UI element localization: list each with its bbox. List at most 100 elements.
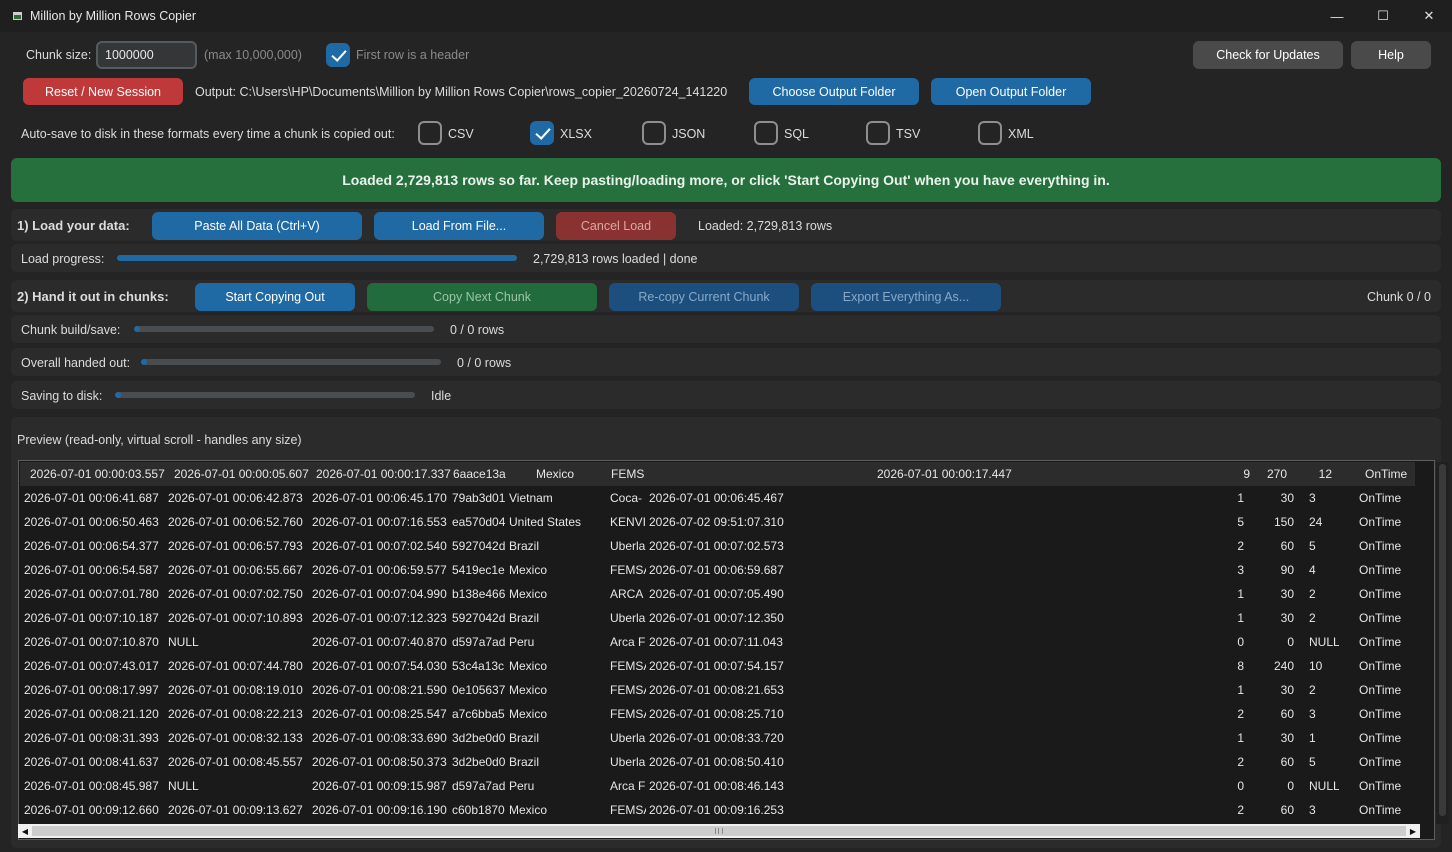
preview-grid[interactable]: 2026-07-01 00:00:03.557 2026-07-01 00:00:… [18,460,1449,840]
recopy-chunk-button[interactable]: Re-copy Current Chunk [609,283,799,311]
overall-handed-label: Overall handed out: [21,356,131,370]
col-status: OnTime [1359,731,1402,745]
choose-output-folder-button[interactable]: Choose Output Folder [749,78,919,105]
horizontal-scrollbar[interactable]: ◀ ▶ [18,824,1420,838]
col-amount: 30 [1280,731,1294,745]
col-amount: 30 [1280,491,1294,505]
xml-checkbox[interactable] [978,121,1002,145]
col-qty: 2 [1237,539,1244,553]
col-status: OnTime [1365,467,1408,481]
window-title: Million by Million Rows Copier [30,9,197,23]
col-delivered: 2026-07-01 00:08:50.410 [649,755,784,769]
col-client: Uberla [610,539,646,553]
col-duration: 5 [1309,755,1316,769]
xlsx-checkbox[interactable] [530,121,554,145]
col-duration: 4 [1309,563,1316,577]
output-path: Output: C:\Users\HP\Documents\Million by… [195,85,728,99]
col-country: Mexico [509,683,548,697]
col-pickup: 2026-07-01 00:00:03.557 [30,467,165,481]
col-qty: 2 [1237,755,1244,769]
col-duration: 3 [1309,803,1316,817]
maximize-icon[interactable]: ☐ [1360,0,1406,32]
tsv-label: TSV [896,127,921,141]
col-pickup: 2026-07-01 00:06:41.687 [24,491,159,505]
col-status: OnTime [1359,707,1402,721]
col-client: Uberla [610,611,646,625]
open-output-folder-button[interactable]: Open Output Folder [931,78,1091,105]
col-qty: 5 [1237,515,1244,529]
col-country: Vietnam [509,491,553,505]
col-client: FEMSA [610,659,646,673]
col-pickup: 2026-07-01 00:09:12.660 [24,803,159,817]
col-pickup: 2026-07-01 00:08:31.393 [24,731,159,745]
load-heading: 1) Load your data: [17,218,130,233]
col-qty: 3 [1237,563,1244,577]
col-depart: 2026-07-01 00:08:25.547 [312,707,447,721]
header-checkbox[interactable] [326,43,350,67]
col-client: Arca F [610,779,646,793]
csv-checkbox[interactable] [418,121,442,145]
col-pickup: 2026-07-01 00:07:43.017 [24,659,159,673]
sql-checkbox[interactable] [754,121,778,145]
grip-icon [715,828,723,834]
col-client: ARCA [610,587,644,601]
col-qty: 1 [1237,491,1244,505]
table-row: 2026-07-01 00:07:10.187 2026-07-01 00:07:… [20,606,1415,630]
col-status: OnTime [1359,635,1402,649]
horizontal-scroll-thumb[interactable] [32,826,1406,836]
col-amount: 60 [1280,755,1294,769]
scroll-right-icon[interactable]: ▶ [1406,824,1420,838]
minimize-icon[interactable]: — [1314,0,1360,32]
vertical-scroll-thumb[interactable] [1439,464,1446,816]
col-depart: 2026-07-01 00:07:04.990 [312,587,447,601]
export-everything-button[interactable]: Export Everything As... [811,283,1001,311]
load-from-file-button[interactable]: Load From File... [374,212,544,240]
overall-handed-text: 0 / 0 rows [457,356,512,370]
xlsx-label: XLSX [560,127,592,141]
col-country: Brazil [509,755,540,769]
col-amount: 240 [1273,659,1294,673]
table-row: 2026-07-01 00:07:10.870 NULL 2026-07-01 00… [20,630,1415,654]
reset-session-button[interactable]: Reset / New Session [23,78,183,105]
col-qty: 2 [1237,803,1244,817]
start-copying-button[interactable]: Start Copying Out [195,283,355,311]
col-id: 3d2be0d0 [452,755,506,769]
overall-handed-bar [141,359,441,365]
col-delivered: 2026-07-01 00:08:33.720 [649,731,784,745]
cancel-load-button[interactable]: Cancel Load [556,212,676,240]
chunk-build-bar [134,326,434,332]
col-pickup: 2026-07-01 00:08:21.120 [24,707,159,721]
col-delivered: 2026-07-01 00:07:12.350 [649,611,784,625]
vertical-scrollbar[interactable] [1436,462,1449,824]
chunk-counter: Chunk 0 / 0 [1367,290,1431,304]
load-progress-label: Load progress: [21,252,105,266]
col-client: FEMSA [610,683,646,697]
col-depart: 2026-07-01 00:07:12.323 [312,611,447,625]
copy-next-chunk-button[interactable]: Copy Next Chunk [367,283,597,311]
col-arrival: NULL [168,635,199,649]
col-amount: 30 [1280,611,1294,625]
col-id: 5927042d [452,539,506,553]
loaded-rows-status: Loaded: 2,729,813 rows [698,219,833,233]
close-icon[interactable]: ✕ [1406,0,1452,32]
check-updates-button[interactable]: Check for Updates [1193,41,1343,69]
autosave-label: Auto-save to disk in these formats every… [21,127,395,141]
col-amount: 60 [1280,803,1294,817]
sql-label: SQL [784,127,810,141]
col-arrival: 2026-07-01 00:00:05.607 [174,467,309,481]
help-button[interactable]: Help [1351,41,1431,69]
col-arrival: 2026-07-01 00:08:45.557 [168,755,303,769]
scroll-left-icon[interactable]: ◀ [18,824,32,838]
col-pickup: 2026-07-01 00:06:54.377 [24,539,159,553]
col-duration: NULL [1309,779,1339,793]
table-row: 2026-07-01 00:07:01.780 2026-07-01 00:07:… [20,582,1415,606]
tsv-checkbox[interactable] [866,121,890,145]
paste-data-button[interactable]: Paste All Data (Ctrl+V) [152,212,362,240]
grid-header-row: 2026-07-01 00:00:03.557 2026-07-01 00:00:… [20,462,1415,486]
col-status: OnTime [1359,491,1402,505]
col-depart: 2026-07-01 00:07:54.030 [312,659,447,673]
load-progress-fill [117,255,517,261]
chunk-size-input[interactable]: 1000000 [96,41,197,69]
json-checkbox[interactable] [642,121,666,145]
col-country: Mexico [509,563,548,577]
